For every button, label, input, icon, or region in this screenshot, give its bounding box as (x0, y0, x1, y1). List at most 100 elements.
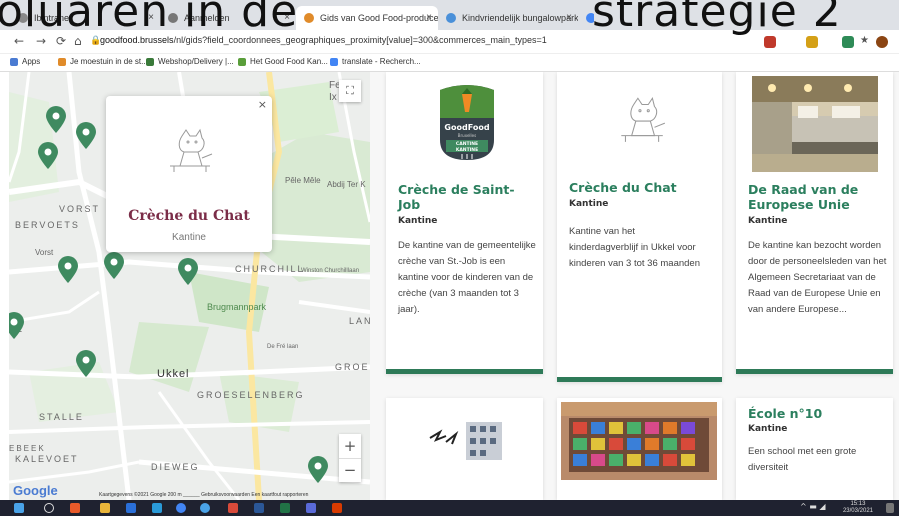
notification-icon[interactable] (886, 503, 894, 513)
extension-icon[interactable] (806, 36, 818, 48)
card-type: Kantine (748, 216, 788, 226)
card-title[interactable]: De Raad van de Europese Unie (748, 182, 888, 212)
clock-date: 23/03/2021 (842, 508, 873, 514)
card-title[interactable]: Crèche de Saint-Job (398, 182, 528, 212)
app-icon[interactable] (228, 503, 238, 513)
map-label: Ix (329, 92, 337, 103)
chrome-icon[interactable] (176, 503, 186, 513)
map-pin-icon[interactable] (9, 312, 25, 340)
card-title[interactable]: École n°10 (748, 406, 888, 421)
zoom-in-button[interactable]: + (339, 434, 361, 458)
word-icon[interactable] (254, 503, 264, 513)
map-label: GROESELENBERG (197, 390, 305, 400)
map-label: Abdij Ter K (327, 180, 366, 189)
map-panel[interactable]: VORST BERVOETS CHURCHILL Brugmannpark Uk… (9, 72, 370, 500)
map-label: DIEWEG (151, 462, 200, 472)
google-icon (330, 57, 338, 66)
bookmark-apps[interactable]: Apps (10, 57, 40, 66)
close-icon[interactable]: × (258, 98, 267, 111)
bookmark-label: Webshop/Delivery |... (158, 57, 234, 66)
map-pin-icon[interactable] (103, 252, 125, 280)
teams-icon[interactable] (306, 503, 316, 513)
card-description: De kantine van de gemeentelijke crèche v… (398, 240, 536, 315)
map-attribution[interactable]: Kaartgegevens ©2021 Google 200 m ______ … (99, 492, 308, 498)
zoom-out-button[interactable]: − (339, 458, 361, 482)
map-pin-icon[interactable] (177, 258, 199, 286)
edge-icon[interactable] (152, 503, 162, 513)
bookmarks-bar: Apps Je moestuin in de st... Webshop/Del… (0, 54, 899, 72)
caption-right: strategie 2 (592, 0, 842, 37)
tab-bungalowpark[interactable]: Kindvriendelijk bungalowpark in × (438, 6, 578, 30)
carrot-icon (304, 13, 314, 23)
outlook-icon[interactable] (126, 503, 136, 513)
map-pin-icon[interactable] (75, 122, 97, 150)
tab-label: Kindvriendelijk bungalowpark in (462, 13, 578, 23)
site-icon (446, 13, 456, 23)
popup-subtitle: Kantine (172, 232, 206, 243)
map-pin-icon[interactable] (37, 142, 59, 170)
map-label: Vorst (35, 248, 54, 257)
result-card[interactable]: De Raad van de Europese Unie Kantine De … (736, 72, 893, 374)
map-pin-icon[interactable] (57, 256, 79, 284)
fullscreen-button[interactable]: ⛶ (339, 80, 361, 102)
bookmark-goodfood[interactable]: Het Good Food Kan... (238, 57, 328, 66)
folder-icon[interactable] (100, 503, 110, 513)
caption-left: oluaren in de (0, 0, 299, 37)
map-label: LAN (349, 316, 370, 326)
apps-icon (10, 57, 18, 66)
logo-text-cantine: CANTINE (456, 141, 478, 147)
result-card[interactable]: Crèche du Chat Kantine Kantine van het k… (557, 72, 722, 382)
card-accent-bar (557, 377, 722, 382)
result-card[interactable] (557, 398, 722, 500)
tab-label: Gids van Good Food-producent (320, 13, 438, 23)
zoom-control: + − (339, 434, 361, 482)
bookmark-label: Apps (22, 57, 41, 66)
app-icon[interactable] (200, 503, 210, 513)
map-pin-icon[interactable] (45, 106, 67, 134)
clock-time: 15:13 (850, 501, 866, 507)
card-accent-bar (736, 369, 893, 374)
result-card[interactable]: École n°10 Kantine Een school met een gr… (736, 398, 893, 500)
results-grid: GoodFood Bruxelles CANTINE KANTINE Crèch… (370, 72, 899, 500)
logo-text-goodfood: GoodFood (444, 123, 489, 132)
search-icon[interactable] (44, 503, 54, 513)
map-label: De Fré laan (267, 344, 299, 350)
bookmark-moestuin[interactable]: Je moestuin in de st... (58, 57, 148, 66)
map-label: EBEEK (9, 444, 46, 453)
bookmark-label: translate - Recherch... (342, 57, 421, 66)
extension-icon[interactable] (842, 36, 854, 48)
fullscreen-icon: ⛶ (346, 84, 354, 97)
taskbar-clock[interactable]: 15:13 23/03/2021 (843, 501, 873, 515)
map-label: GROEN (335, 362, 370, 372)
map-label: VORST (59, 204, 101, 214)
screenshot-root: { "caption": {"left": "oluaren in de", "… (0, 0, 899, 516)
windows-start-icon[interactable] (14, 503, 24, 513)
map-label: Ukkel (157, 368, 190, 380)
bookmark-label: Je moestuin in de st... (70, 57, 148, 66)
popup-title: Crèche du Chat (128, 208, 250, 224)
profile-avatar[interactable] (876, 36, 888, 48)
map-info-popup[interactable]: × Crèche du Chat Kantine (106, 96, 272, 252)
excel-icon[interactable] (280, 503, 290, 513)
result-card[interactable]: GoodFood Bruxelles CANTINE KANTINE Crèch… (386, 72, 543, 374)
close-icon[interactable]: × (566, 12, 572, 23)
star-icon[interactable]: ★ (860, 35, 869, 46)
card-type: Kantine (748, 424, 788, 434)
system-tray-icon[interactable]: ^ ▬ ◢ (800, 502, 826, 511)
extension-icon[interactable] (764, 36, 776, 48)
classroom-photo (561, 402, 717, 480)
tab-goodfood[interactable]: Gids van Good Food-producent × (296, 6, 438, 30)
app-icon[interactable] (70, 503, 80, 513)
bookmark-translate[interactable]: translate - Recherch... (330, 57, 421, 66)
map-pin-icon[interactable] (307, 456, 329, 484)
logo-text-bruxelles: Bruxelles (458, 133, 476, 138)
result-card[interactable] (386, 398, 543, 500)
bookmark-webshop[interactable]: Webshop/Delivery |... (146, 57, 234, 66)
close-icon[interactable]: × (426, 12, 432, 23)
logo-text-kantine: KANTINE (456, 147, 478, 153)
card-title[interactable]: Crèche du Chat (569, 180, 719, 195)
powerpoint-icon[interactable] (332, 503, 342, 513)
map-pin-icon[interactable] (75, 350, 97, 378)
map-label: STALLE (39, 412, 84, 422)
bookmark-label: Het Good Food Kan... (250, 57, 328, 66)
